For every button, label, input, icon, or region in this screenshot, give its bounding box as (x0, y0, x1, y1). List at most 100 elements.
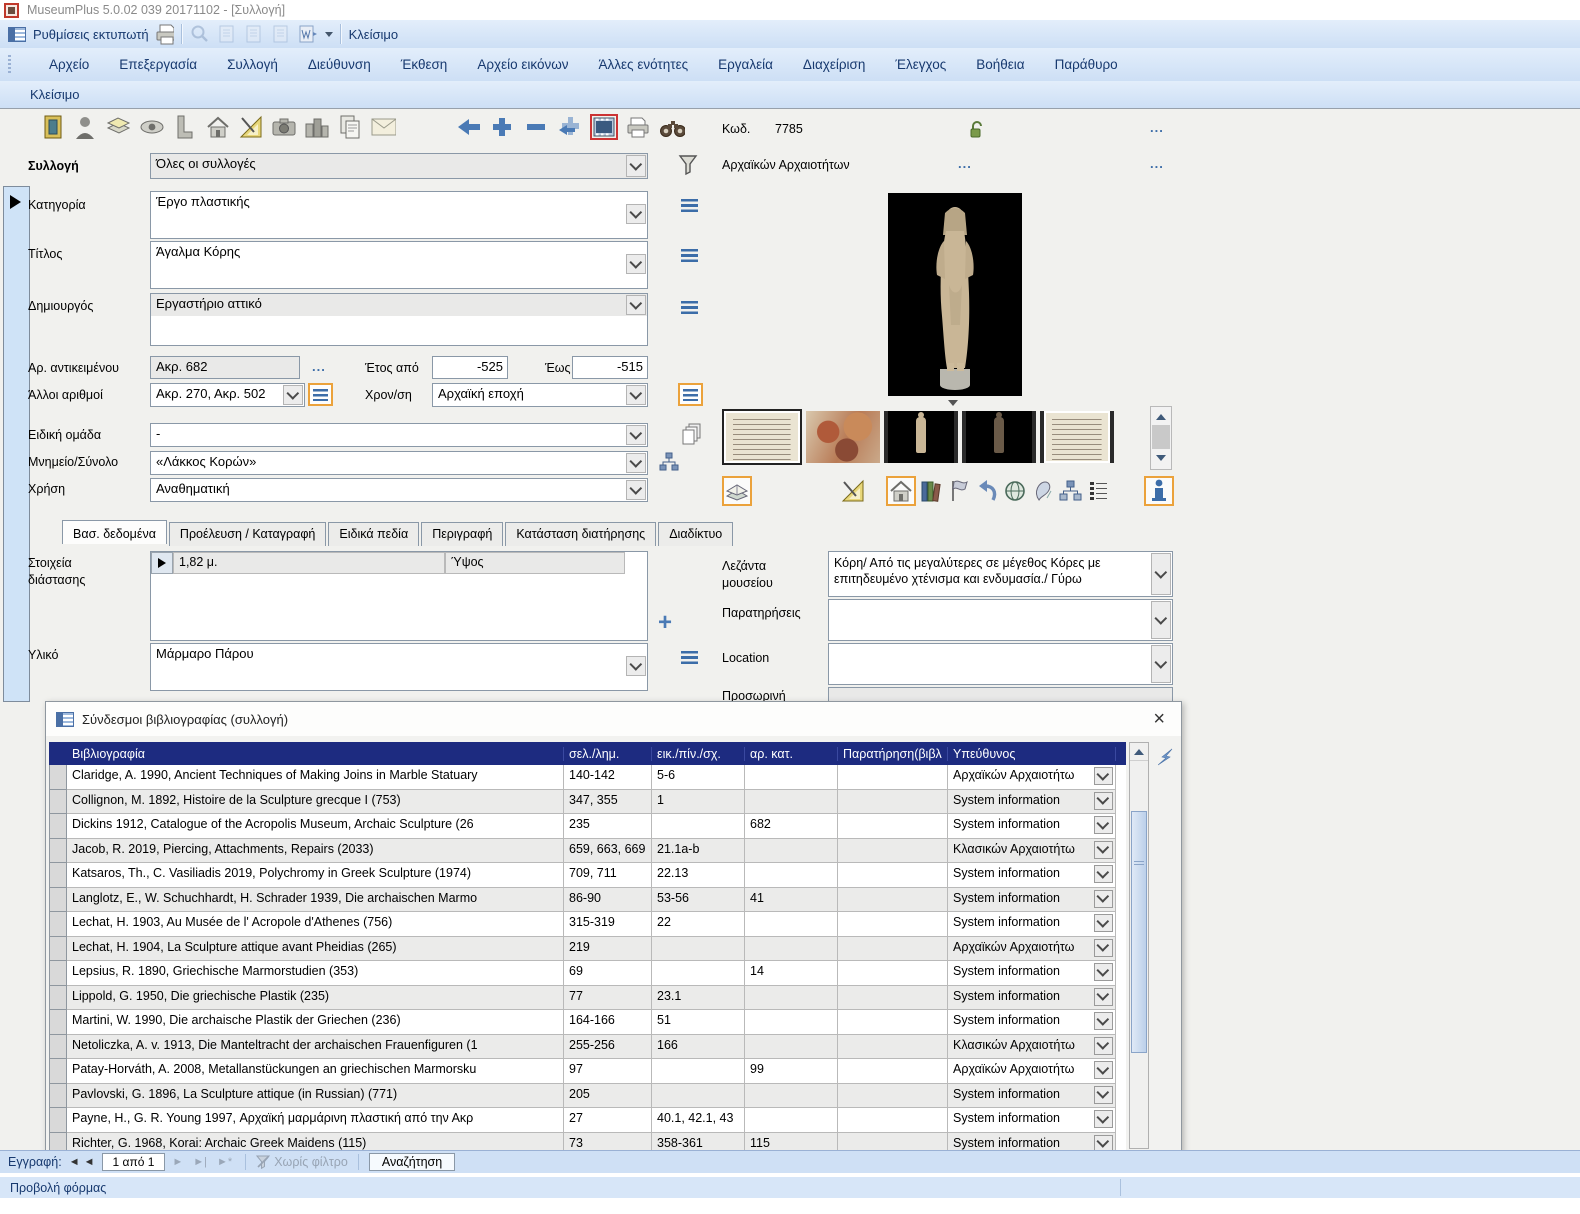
cell-pages[interactable]: 315-319 (564, 912, 652, 937)
cell-bibliography[interactable]: Lechat, H. 1904, La Sculpture attique av… (67, 937, 564, 962)
cell-note[interactable] (838, 986, 948, 1011)
cell-bibliography[interactable]: Martini, W. 1990, Die archaische Plastik… (67, 1010, 564, 1035)
cell-cat-number[interactable] (745, 863, 838, 888)
filter-funnel-icon[interactable] (678, 154, 698, 181)
buildings-icon[interactable] (304, 114, 330, 140)
menu-item-Έλεγχος[interactable]: Έλεγχος (880, 57, 961, 72)
other-numbers-field[interactable]: Ακρ. 270, Ακρ. 502 (150, 383, 305, 407)
copy-pages-icon[interactable] (682, 421, 704, 450)
cell-figures[interactable]: 22 (652, 912, 745, 937)
artwork-icon[interactable] (40, 114, 66, 140)
responsible-dropdown-button[interactable] (1094, 963, 1113, 981)
thumb-scroll-up-icon[interactable] (1151, 407, 1171, 425)
table-row[interactable]: Lechat, H. 1903, Au Musée de l' Acropole… (49, 912, 1126, 937)
cell-note[interactable] (838, 961, 948, 986)
remarks-dropdown-button[interactable] (1151, 601, 1171, 639)
responsible-dropdown-button[interactable] (1094, 1037, 1113, 1055)
responsible-dropdown-button[interactable] (1094, 939, 1113, 957)
cell-cat-number[interactable] (745, 765, 838, 790)
thumbnail-2[interactable] (806, 411, 880, 463)
collection-filter-select[interactable]: Όλες οι συλλογές (150, 153, 648, 179)
special-group-field[interactable]: - (150, 423, 648, 447)
row-selector-cell[interactable] (49, 1010, 67, 1035)
cell-cat-number[interactable]: 682 (745, 814, 838, 839)
category-field[interactable]: Έργο πλαστικής (150, 191, 648, 239)
museum-caption-field[interactable]: Κόρη/ Από τις μεγαλύτερες σε μέγεθος Κόρ… (828, 551, 1173, 597)
thumbnail-5[interactable] (1040, 411, 1114, 463)
cell-pages[interactable]: 219 (564, 937, 652, 962)
cell-note[interactable] (838, 863, 948, 888)
documents-icon[interactable] (337, 114, 363, 140)
cell-cat-number[interactable] (745, 1010, 838, 1035)
setsquare-icon[interactable] (238, 114, 264, 140)
table-row[interactable]: Lippold, G. 1950, Die griechische Plasti… (49, 986, 1126, 1011)
responsible-dropdown-button[interactable] (1094, 890, 1113, 908)
location-field[interactable] (828, 643, 1173, 685)
row-selector-cell[interactable] (49, 863, 67, 888)
cell-note[interactable] (838, 1108, 948, 1133)
table-row[interactable]: Dickins 1912, Catalogue of the Acropolis… (49, 814, 1126, 839)
cell-figures[interactable]: 21.1a-b (652, 839, 745, 864)
menu-item-Αρχείο[interactable]: Αρχείο (34, 57, 104, 72)
cell-note[interactable] (838, 937, 948, 962)
table-scrollbar[interactable] (1129, 742, 1149, 1149)
thumb-scroll-down-icon[interactable] (1151, 449, 1171, 467)
cell-note[interactable] (838, 765, 948, 790)
dimension-type-cell[interactable]: Ύψος (445, 552, 625, 574)
menu-item-Συλλογή[interactable]: Συλλογή (212, 57, 293, 72)
material-menu-icon[interactable] (681, 651, 698, 664)
column-header-6[interactable]: Υπεύθυνος (948, 747, 1116, 761)
cell-bibliography[interactable]: Lepsius, R. 1890, Griechische Marmorstud… (67, 961, 564, 986)
cell-bibliography[interactable]: Claridge, A. 1990, Ancient Techniques of… (67, 765, 564, 790)
year-from-input[interactable]: -525 (432, 356, 508, 379)
attachment-icon[interactable] (1030, 478, 1056, 504)
cell-figures[interactable] (652, 1084, 745, 1109)
cell-cat-number[interactable] (745, 986, 838, 1011)
export-word-icon[interactable] (298, 24, 318, 44)
cell-pages[interactable]: 86-90 (564, 888, 652, 913)
table-row[interactable]: Pavlovski, G. 1896, La Sculpture attique… (49, 1084, 1126, 1109)
cell-cat-number[interactable]: 14 (745, 961, 838, 986)
cell-pages[interactable]: 77 (564, 986, 652, 1011)
menu-item-Παράθυρο[interactable]: Παράθυρο (1040, 57, 1133, 72)
search-button[interactable]: Αναζήτηση (369, 1153, 455, 1171)
list-icon[interactable] (1086, 478, 1112, 504)
category-menu-icon[interactable] (681, 199, 698, 212)
cell-bibliography[interactable]: Lippold, G. 1950, Die griechische Plasti… (67, 986, 564, 1011)
print-icon[interactable] (625, 114, 651, 140)
cell-pages[interactable]: 659, 663, 669 (564, 839, 652, 864)
material-field[interactable]: Μάρμαρο Πάρου (150, 643, 648, 691)
department-more-button[interactable]: ... (958, 156, 972, 171)
responsible-dropdown-button[interactable] (1094, 841, 1113, 859)
cell-responsible[interactable]: Αρχαϊκών Αρχαιοτήτω (948, 765, 1116, 790)
column-header-1[interactable]: Βιβλιογραφία (67, 747, 564, 761)
thumbnail-scrollbar[interactable] (1150, 406, 1172, 470)
responsible-dropdown-button[interactable] (1094, 865, 1113, 883)
cell-pages[interactable]: 164-166 (564, 1010, 652, 1035)
tab-6[interactable]: Διαδίκτυο (658, 522, 733, 546)
cell-pages[interactable]: 347, 355 (564, 790, 652, 815)
unlocked-icon[interactable] (963, 117, 989, 143)
title-field[interactable]: Άγαλμα Κόρης (150, 241, 648, 289)
caption-dropdown-button[interactable] (1151, 553, 1171, 595)
responsible-dropdown-button[interactable] (1094, 767, 1113, 785)
other-numbers-menu-icon[interactable] (308, 383, 333, 406)
row-selector-cell[interactable] (49, 1035, 67, 1060)
cell-figures[interactable] (652, 814, 745, 839)
code-more-button[interactable]: ... (1150, 120, 1164, 135)
column-header-5[interactable]: Παρατήρηση(βιβλ (838, 747, 948, 761)
catalog-icon[interactable] (106, 114, 132, 140)
row-selector-cell[interactable] (49, 961, 67, 986)
cell-responsible[interactable]: System information (948, 1084, 1116, 1109)
responsible-dropdown-button[interactable] (1094, 988, 1113, 1006)
table-row[interactable]: Martini, W. 1990, Die archaische Plastik… (49, 1010, 1126, 1035)
table-row[interactable]: Lepsius, R. 1890, Griechische Marmorstud… (49, 961, 1126, 986)
responsible-dropdown-button[interactable] (1094, 1086, 1113, 1104)
search-binoculars-icon[interactable] (659, 114, 685, 140)
toolbar-close-button[interactable]: Κλείσιμο (349, 27, 399, 42)
globe-icon[interactable] (1002, 478, 1028, 504)
responsible-dropdown-button[interactable] (1094, 816, 1113, 834)
undo-arrow-icon[interactable] (974, 478, 1000, 504)
category-dropdown-button[interactable] (626, 204, 646, 224)
menu-item-close[interactable]: Κλείσιμο (15, 87, 95, 102)
